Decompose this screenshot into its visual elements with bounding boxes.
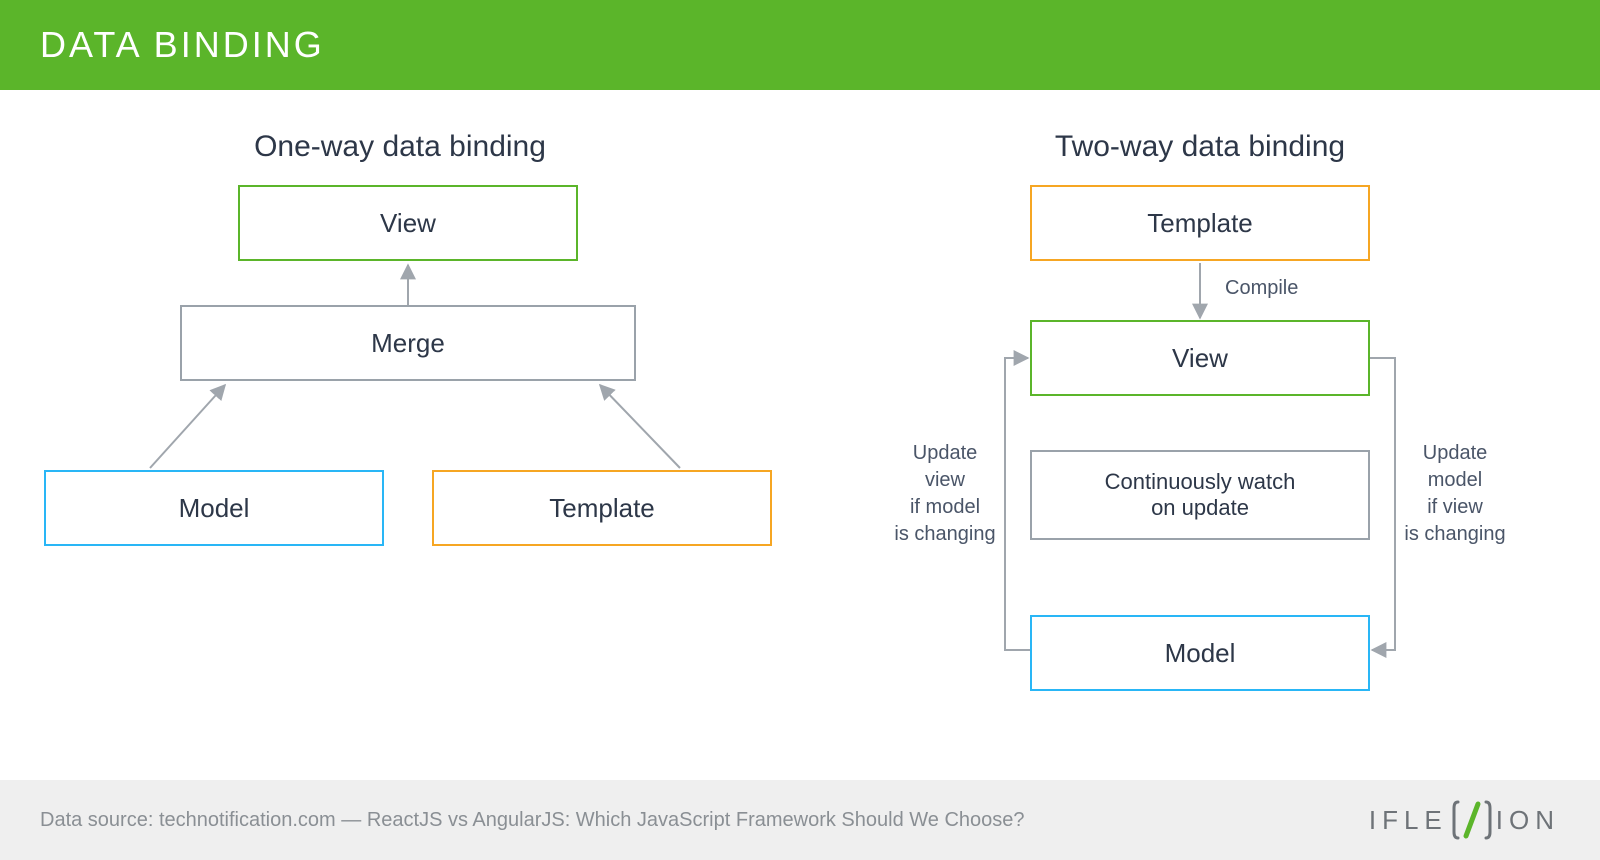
brand-text-left: IFLE — [1369, 805, 1448, 836]
right-model-box: Model — [1030, 615, 1370, 691]
brand-text-right: ION — [1496, 805, 1560, 836]
right-section-title: Two-way data binding — [1000, 130, 1400, 164]
brand-mark-icon — [1452, 798, 1492, 842]
left-model-box: Model — [44, 470, 384, 546]
page-title: DATA BINDING — [40, 24, 325, 66]
left-section-title: One-way data binding — [200, 130, 600, 164]
right-view-box: View — [1030, 320, 1370, 396]
left-template-box: Template — [432, 470, 772, 546]
page-header: DATA BINDING — [0, 0, 1600, 90]
update-model-label: Update model if view is changing — [1380, 440, 1530, 548]
right-template-box: Template — [1030, 185, 1370, 261]
page-footer: Data source: technotification.com — Reac… — [0, 780, 1600, 860]
right-watch-box: Continuously watch on update — [1030, 450, 1370, 540]
footer-source: Data source: technotification.com — Reac… — [40, 809, 1025, 832]
left-merge-box: Merge — [180, 305, 636, 381]
compile-label: Compile — [1225, 275, 1298, 302]
diagram-canvas: One-way data binding Two-way data bindin… — [0, 90, 1600, 780]
update-view-label: Update view if model is changing — [870, 440, 1020, 548]
left-view-box: View — [238, 185, 578, 261]
brand-logo: IFLE ION — [1369, 798, 1560, 842]
